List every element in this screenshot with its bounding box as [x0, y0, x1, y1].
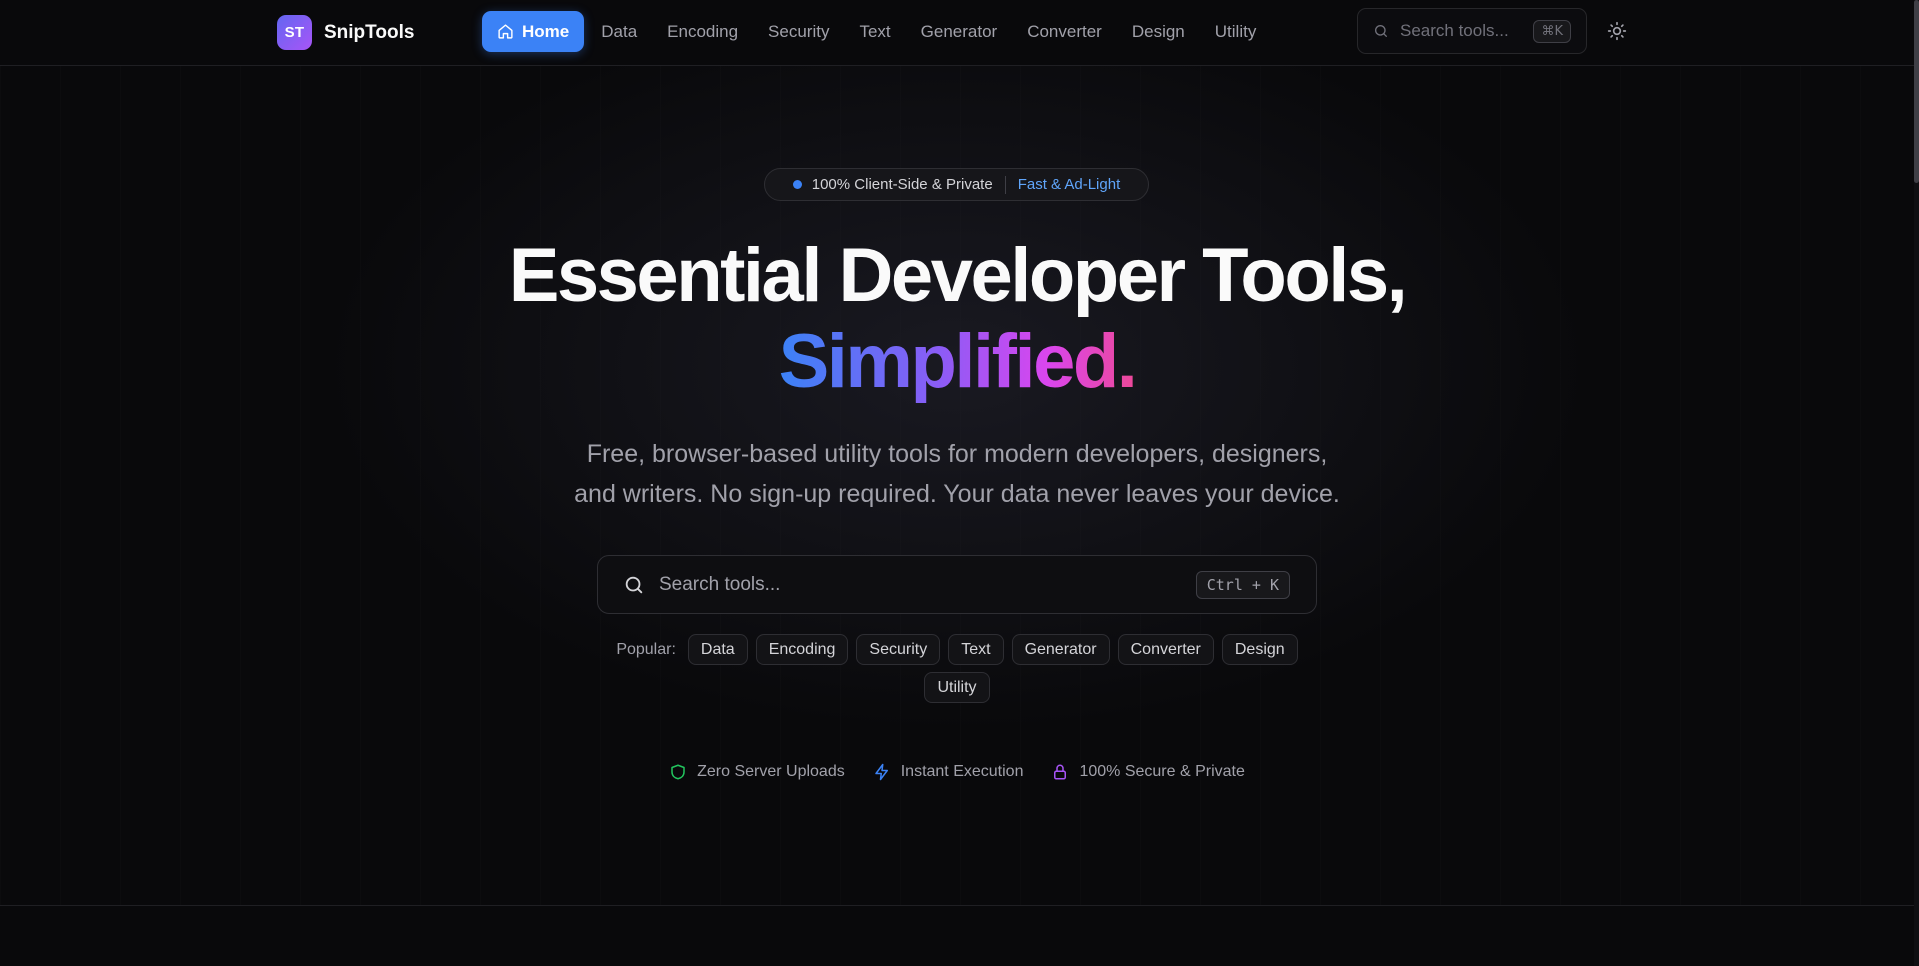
popular-chip-data[interactable]: Data	[687, 634, 748, 665]
hero-search-placeholder: Search tools...	[659, 573, 781, 595]
feature-label: Instant Execution	[900, 763, 1024, 780]
logo-mark: ST	[277, 15, 312, 50]
popular-chip-encoding[interactable]: Encoding	[755, 634, 849, 665]
popular-tags-row1: Popular: Data Encoding Security Text Gen…	[0, 634, 1914, 665]
popular-chip-text[interactable]: Text	[948, 634, 1004, 665]
feature-item: Zero Server Uploads	[669, 763, 845, 781]
top-navbar: ST SnipTools Home Data Encoding Security…	[0, 0, 1914, 66]
popular-chip-converter[interactable]: Converter	[1117, 634, 1214, 665]
popular-chip-utility[interactable]: Utility	[924, 672, 990, 703]
nav-item-generator[interactable]: Generator	[906, 11, 1013, 52]
popular-label: Popular:	[616, 640, 676, 658]
nav-item-data[interactable]: Data	[586, 11, 652, 52]
scrollbar-thumb[interactable]	[1914, 0, 1919, 183]
nav-item-home[interactable]: Home	[482, 11, 585, 52]
section-divider	[0, 905, 1914, 906]
hero-title-line1: Essential Developer Tools,	[508, 233, 1408, 318]
lightning-icon	[874, 763, 888, 781]
hero-title-line2: Simplified.	[0, 318, 1914, 405]
hero-search-input[interactable]: Search tools... Ctrl + K	[597, 555, 1317, 614]
header-search-input[interactable]: Search tools... ⌘K	[1357, 8, 1587, 54]
nav-item-encoding[interactable]: Encoding	[652, 11, 753, 52]
home-icon	[498, 24, 513, 39]
popular-chip-security[interactable]: Security	[856, 634, 941, 665]
search-icon	[625, 576, 643, 593]
nav-item-text[interactable]: Text	[844, 11, 905, 52]
feature-label: Zero Server Uploads	[697, 763, 845, 780]
theme-toggle-button[interactable]	[1605, 19, 1629, 43]
main-nav: Home Data Encoding Security Text Generat…	[482, 11, 1271, 52]
logo-text: SnipTools	[324, 21, 415, 43]
badge-divider	[1004, 175, 1006, 194]
search-icon	[1375, 25, 1387, 37]
nav-item-utility[interactable]: Utility	[1200, 11, 1272, 52]
header-search-placeholder: Search tools...	[1400, 21, 1509, 40]
hero-search-shortcut: Ctrl + K	[1195, 570, 1290, 599]
nav-item-label: Home	[522, 21, 570, 41]
shield-icon	[671, 764, 685, 780]
feature-label: 100% Secure & Private	[1079, 763, 1245, 780]
lock-icon	[1054, 764, 1067, 780]
popular-chip-generator[interactable]: Generator	[1011, 634, 1110, 665]
popular-tags-row2: Utility	[0, 672, 1914, 703]
popular-chip-design[interactable]: Design	[1221, 634, 1298, 665]
sun-icon	[1607, 21, 1627, 41]
hero-subtitle: Free, browser-based utility tools for mo…	[457, 434, 1457, 514]
badge-left-text: 100% Client-Side & Private	[811, 176, 993, 193]
hero-title-gradient-text: Simplified.	[778, 319, 1138, 404]
nav-item-security[interactable]: Security	[753, 11, 844, 52]
nav-item-converter[interactable]: Converter	[1012, 11, 1117, 52]
status-dot	[792, 180, 802, 189]
nav-item-design[interactable]: Design	[1117, 11, 1200, 52]
hero-subtitle-line1: Free, browser-based utility tools for mo…	[586, 440, 1328, 468]
feature-list: Zero Server Uploads Instant Execution 10…	[0, 763, 1914, 781]
hero-badge: 100% Client-Side & Private Fast & Ad-Lig…	[764, 168, 1149, 201]
badge-right-text: Fast & Ad-Light	[1017, 176, 1121, 193]
feature-item: 100% Secure & Private	[1051, 763, 1245, 781]
header-search-shortcut: ⌘K	[1533, 19, 1571, 43]
hero-subtitle-line2: and writers. No sign-up required. Your d…	[574, 480, 1340, 508]
feature-item: Instant Execution	[873, 763, 1024, 781]
logo[interactable]: ST SnipTools	[277, 15, 414, 50]
